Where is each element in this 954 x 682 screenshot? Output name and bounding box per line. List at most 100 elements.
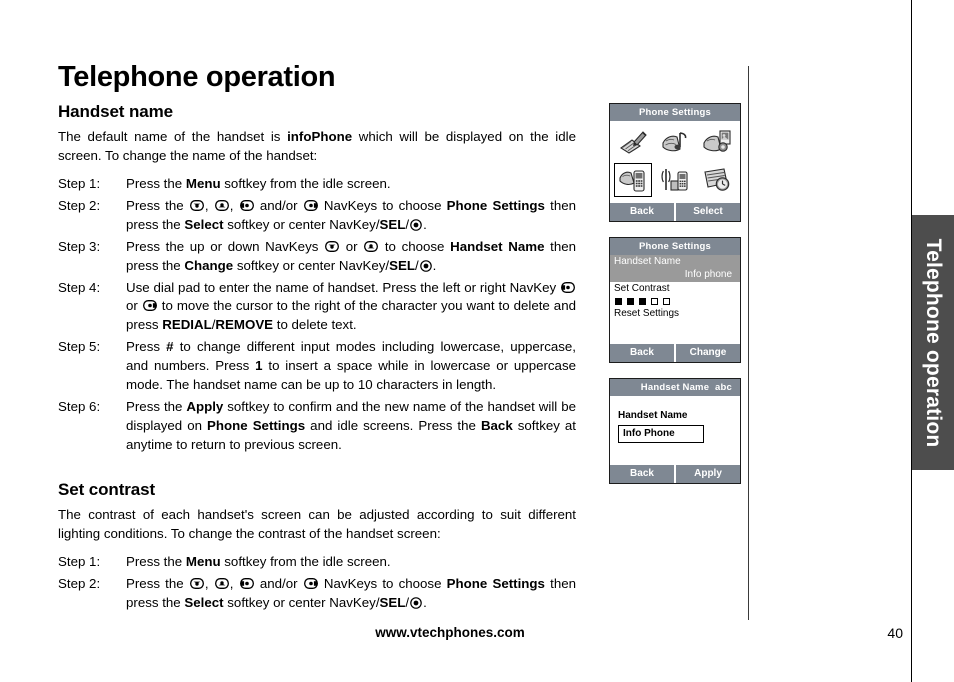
menu-icon-notepad-pen[interactable] — [612, 123, 654, 161]
back-term: Back — [480, 417, 513, 433]
navkey-down-icon — [214, 576, 229, 590]
phone-settings-term: Phone Settings — [207, 417, 306, 433]
menu-icon-clock-settings[interactable] — [696, 161, 738, 199]
step-body: Press # to change different input modes … — [126, 339, 576, 392]
screen-title-text: Handset Name — [640, 382, 710, 393]
footer-website-url: www.vtechphones.com — [375, 625, 525, 640]
screen-mockups-column: Phone Settings Back Select Phone Setting… — [609, 103, 741, 499]
menu-icon-wallpaper-photo[interactable] — [696, 123, 738, 161]
page-title: Telephone operation — [58, 61, 336, 93]
softkey-back[interactable]: Back — [610, 465, 674, 483]
phone-settings-term: Phone Settings — [446, 576, 545, 592]
screen-body: Handset Name Info phone Set Contrast Res… — [610, 255, 740, 343]
screen-phone-settings-list: Phone Settings Handset Name Info phone S… — [609, 237, 741, 363]
contrast-level-indicator[interactable] — [610, 297, 740, 307]
screen-title-bar: Handset Name abc — [610, 379, 740, 396]
screen-softkey-bar: Back Select — [610, 202, 740, 221]
menu-item-value: Info phone — [684, 268, 732, 280]
handset-name-input[interactable]: Info Phone — [618, 425, 704, 443]
column-divider-rule — [748, 66, 749, 620]
softkey-apply[interactable]: Apply — [674, 465, 740, 483]
navkey-left-icon — [239, 576, 254, 590]
step-body: Press the Menu softkey from the idle scr… — [126, 176, 391, 192]
step-body: Press the Apply softkey to confirm and t… — [126, 398, 577, 452]
step-body: Use dial pad to enter the name of handse… — [126, 279, 576, 333]
contrast-step-filled — [639, 297, 646, 305]
step-label: Step 6: — [58, 398, 101, 414]
menu-item-set-contrast[interactable]: Set Contrast — [610, 282, 740, 297]
step-row: Step 5: Press # to change different inpu… — [58, 338, 576, 395]
navkey-center-icon — [419, 259, 432, 272]
contrast-step-empty — [663, 297, 670, 305]
handset-name-intro: The default name of the handset is infoP… — [58, 128, 576, 166]
contrast-step-filled — [615, 297, 622, 305]
screen-title-bar: Phone Settings — [610, 104, 740, 121]
navkey-down-icon — [214, 198, 229, 212]
handset-name-pane: Handset Name Info Phone — [610, 396, 740, 464]
apply-term: Apply — [186, 398, 224, 414]
section-heading-set-contrast: Set contrast — [58, 480, 156, 500]
clock-settings-icon — [702, 166, 732, 194]
contrast-step-filled — [627, 297, 634, 305]
wallpaper-photo-icon — [702, 128, 732, 156]
step-row: Step 2: Press the , , and/or NavKeys to … — [58, 197, 576, 235]
step-row: Step 4: Use dial pad to enter the name o… — [58, 279, 576, 336]
main-text-column: Telephone operation Handset name The def… — [58, 62, 576, 616]
softkey-change[interactable]: Change — [674, 344, 740, 362]
screen-title-text: Phone Settings — [639, 107, 711, 118]
menu-item-reset-settings[interactable]: Reset Settings — [610, 307, 740, 322]
input-mode-indicator: abc — [715, 382, 732, 393]
set-contrast-intro: The contrast of each handset's screen ca… — [58, 507, 576, 542]
navkey-down-icon — [364, 239, 379, 252]
menu-item-label: Reset Settings — [614, 307, 680, 319]
infophone-term: infoPhone — [287, 129, 353, 145]
softkey-back[interactable]: Back — [610, 203, 674, 221]
step-label: Step 2: — [58, 576, 101, 592]
ringer-melody-icon — [660, 128, 690, 156]
step-label: Step 3: — [58, 238, 101, 254]
notepad-pen-icon — [618, 128, 648, 156]
step-label: Step 5: — [58, 339, 101, 355]
navkey-right-icon — [303, 198, 318, 212]
softkey-select[interactable]: Select — [674, 203, 740, 221]
menu-icon-ringer-melody[interactable] — [654, 123, 696, 161]
base-registration-icon — [660, 166, 690, 194]
navkey-center-icon — [410, 596, 422, 609]
remove-term: REMOVE — [215, 317, 274, 333]
step-body: Press the Menu softkey from the idle scr… — [126, 554, 391, 570]
contrast-step-empty — [651, 297, 658, 305]
phone-settings-term: Phone Settings — [446, 198, 545, 214]
softkey-back[interactable]: Back — [610, 344, 674, 362]
change-term: Change — [184, 257, 234, 273]
section-heading-handset-name: Handset name — [58, 102, 174, 122]
screen-title-text: Phone Settings — [639, 241, 711, 252]
step-label: Step 1: — [58, 176, 101, 192]
screen-handset-name-entry: Handset Name abc Handset Name Info Phone… — [609, 378, 741, 484]
step-label: Step 1: — [58, 554, 101, 570]
phone-settings-icon — [618, 166, 648, 194]
sel-term: SEL — [379, 216, 406, 232]
one-term: 1 — [255, 358, 263, 374]
menu-icon-base-registration[interactable] — [654, 161, 696, 199]
handset-name-field-label: Handset Name — [618, 410, 688, 421]
handset-name-term: Handset Name — [450, 238, 545, 254]
screen-softkey-bar: Back Change — [610, 343, 740, 362]
menu-icon-grid — [610, 121, 740, 202]
menu-icon-phone-settings[interactable] — [612, 161, 654, 199]
select-term: Select — [184, 216, 224, 232]
step-label: Step 4: — [58, 279, 101, 295]
side-tab-label: Telephone operation — [922, 238, 945, 447]
step-row: Step 1: Press the Menu softkey from the … — [58, 553, 576, 572]
menu-term: Menu — [185, 176, 221, 192]
footer-page-number: 40 — [887, 625, 903, 641]
navkey-right-icon — [142, 298, 157, 312]
settings-menu-list: Handset Name Info phone Set Contrast Res… — [610, 255, 740, 343]
navkey-left-icon — [239, 198, 254, 212]
select-term: Select — [184, 594, 224, 610]
menu-item-handset-name[interactable]: Handset Name Info phone — [610, 255, 740, 282]
navkey-up-icon — [325, 239, 339, 252]
step-label: Step 2: — [58, 198, 101, 214]
screen-phone-settings-grid: Phone Settings Back Select — [609, 103, 741, 222]
step-row: Step 2: Press the , , and/or NavKeys to … — [58, 575, 576, 613]
